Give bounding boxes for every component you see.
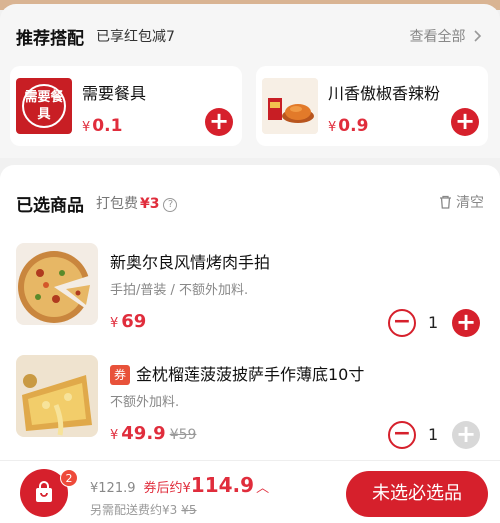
item-price: ¥49.9 ¥59 <box>110 423 196 444</box>
price-symbol: ¥ <box>82 120 91 135</box>
clear-cart-button[interactable]: 清空 <box>439 192 484 212</box>
quantity-value: 1 <box>428 425 439 444</box>
view-all-label: 查看全部 <box>409 29 466 45</box>
cart-item: 新奥尔良风情烤肉手拍 手拍/普装 / 不额外加料. ¥69 − 1 + <box>0 239 500 339</box>
recommend-title: 推荐搭配 <box>16 29 84 49</box>
recommend-subtitle: 已享红包减7 <box>96 29 175 45</box>
increase-quantity-button[interactable]: + <box>452 421 480 449</box>
item-name-text: 金枕榴莲菠菠披萨手作薄底10寸 <box>136 365 365 384</box>
recommend-card-price: ¥0.9 <box>328 116 368 136</box>
view-all-link[interactable]: 查看全部 <box>410 26 482 46</box>
item-spec: 手拍/普装 / 不额外加料. <box>110 283 249 298</box>
help-icon[interactable]: ? <box>163 198 178 212</box>
decrease-quantity-button[interactable]: − <box>388 421 416 449</box>
trash-icon <box>440 195 451 209</box>
item-price: ¥69 <box>110 311 146 332</box>
final-price-value: 114.9 <box>190 473 255 497</box>
delivery-fee-original: ¥5 <box>181 503 197 517</box>
chevron-right-icon <box>474 30 482 42</box>
pizza-image <box>16 243 98 325</box>
tableware-icon: 需要餐具 <box>16 78 72 134</box>
recommend-card-name: 需要餐具 <box>82 84 147 103</box>
recommend-card-name: 川香傲椒香辣粉 <box>328 84 441 103</box>
final-price: ¥114.9 <box>183 473 255 497</box>
add-chili-powder-button[interactable]: + <box>451 108 479 136</box>
chevron-up-icon[interactable]: ︿ <box>256 481 269 496</box>
packing-fee-label: 打包费 <box>96 196 138 212</box>
coupon-tag: 券 <box>110 365 130 385</box>
tableware-thumb-text: 需要餐具 <box>22 84 66 128</box>
cart-item: 券金枕榴莲菠菠披萨手作薄底10寸 不额外加料. ¥49.9 ¥59 − 1 + <box>0 351 500 451</box>
chili-powder-icon <box>262 78 318 134</box>
delivery-fee: 另需配送费约¥3 ¥5 <box>90 501 197 518</box>
price-value: 69 <box>121 311 147 332</box>
price-symbol: ¥ <box>328 120 337 135</box>
clear-label: 清空 <box>456 195 484 211</box>
original-price: ¥59 <box>169 427 197 443</box>
quantity-value: 1 <box>428 313 439 332</box>
packing-fee-value: ¥3 <box>140 196 160 212</box>
packing-fee: 打包费 ¥3? <box>96 193 178 213</box>
decrease-quantity-button[interactable]: − <box>388 309 416 337</box>
recommend-card-tableware[interactable]: 需要餐具 需要餐具 ¥0.1 + <box>10 66 242 146</box>
selected-title: 已选商品 <box>16 196 84 216</box>
price-value: 0.9 <box>338 116 369 136</box>
price-symbol: ¥ <box>110 428 119 443</box>
price-value: 49.9 <box>121 423 166 444</box>
recommend-card-chili-powder[interactable]: 川香傲椒香辣粉 ¥0.9 + <box>256 66 488 146</box>
recommend-card-price: ¥0.1 <box>82 116 122 136</box>
item-spec: 不额外加料. <box>110 395 180 410</box>
increase-quantity-button[interactable]: + <box>452 309 480 337</box>
shopping-bag-icon <box>36 481 52 502</box>
cart-count-badge: 2 <box>60 469 78 487</box>
total-before: ¥121.9 <box>90 481 136 496</box>
item-name: 券金枕榴莲菠菠披萨手作薄底10寸 <box>110 361 364 385</box>
checkout-bar: 2 ¥121.9 券后约¥114.9 ︿ 另需配送费约¥3 ¥5 未选必选品 <box>0 460 500 523</box>
item-name: 新奥尔良风情烤肉手拍 <box>110 253 271 272</box>
recommend-panel: 推荐搭配 已享红包减7 查看全部 需要餐具 需要餐具 ¥0.1 + 川香傲椒香辣… <box>0 4 500 158</box>
delivery-fee-text: 另需配送费约¥3 <box>90 503 178 517</box>
after-coupon-label: 券后约 <box>143 481 183 496</box>
add-tableware-button[interactable]: + <box>205 108 233 136</box>
price-value: 0.1 <box>92 116 123 136</box>
price-symbol: ¥ <box>182 481 191 496</box>
total-summary: ¥121.9 券后约¥114.9 ︿ <box>90 473 269 497</box>
checkout-button[interactable]: 未选必选品 <box>346 471 488 517</box>
pizza-image <box>16 355 98 437</box>
price-symbol: ¥ <box>110 316 119 331</box>
selected-panel: 已选商品 打包费 ¥3? 清空 新奥尔良风情烤肉手拍 手拍/普装 / 不额外加料… <box>0 165 500 465</box>
